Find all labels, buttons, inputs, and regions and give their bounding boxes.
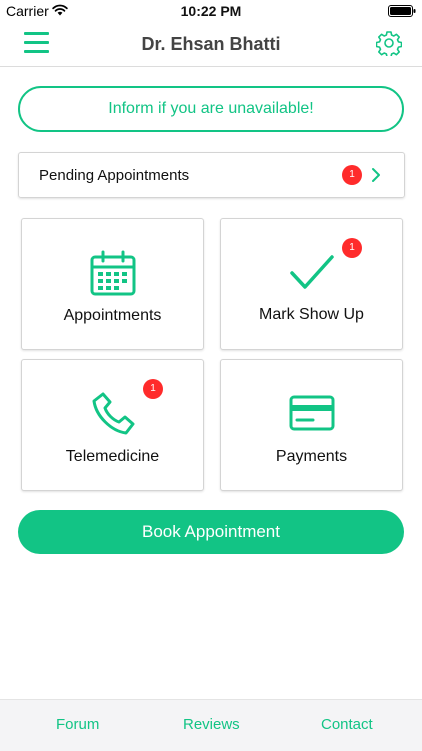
appointments-tile[interactable]: Appointments [21,218,204,350]
payments-tile[interactable]: Payments [220,359,403,491]
phone-icon [92,392,134,435]
mark-show-up-badge: 1 [342,238,362,258]
navigation-bar: Dr. Ehsan Bhatti [0,22,422,67]
gear-icon[interactable] [376,30,402,56]
tab-reviews[interactable]: Reviews [183,716,240,733]
pending-appointments-label: Pending Appointments [39,167,190,184]
tab-bar: Forum Reviews Contact [0,699,422,751]
telemedicine-label: Telemedicine [65,448,160,465]
pending-count-badge: 1 [342,165,362,185]
inform-unavailable-button[interactable]: Inform if you are unavailable! [18,86,404,132]
status-bar: Carrier 10:22 PM [0,0,422,22]
telemedicine-badge: 1 [143,379,163,399]
appointments-label: Appointments [63,307,162,324]
book-appointment-button[interactable]: Book Appointment [18,510,404,554]
mark-show-up-tile[interactable]: 1 Mark Show Up [220,218,403,350]
tab-contact[interactable]: Contact [321,716,373,733]
credit-card-icon [289,395,334,431]
status-time: 10:22 PM [180,3,242,19]
payments-label: Payments [275,448,348,465]
checkmark-icon [289,255,334,289]
chevron-right-icon [372,168,380,182]
telemedicine-tile[interactable]: 1 Telemedicine [21,359,204,491]
page-title: Dr. Ehsan Bhatti [141,34,281,54]
calendar-icon [90,250,135,296]
mark-show-up-label: Mark Show Up [259,306,364,323]
pending-appointments-row[interactable]: Pending Appointments 1 [18,152,405,198]
battery-icon [388,5,416,17]
tab-forum[interactable]: Forum [56,716,99,733]
